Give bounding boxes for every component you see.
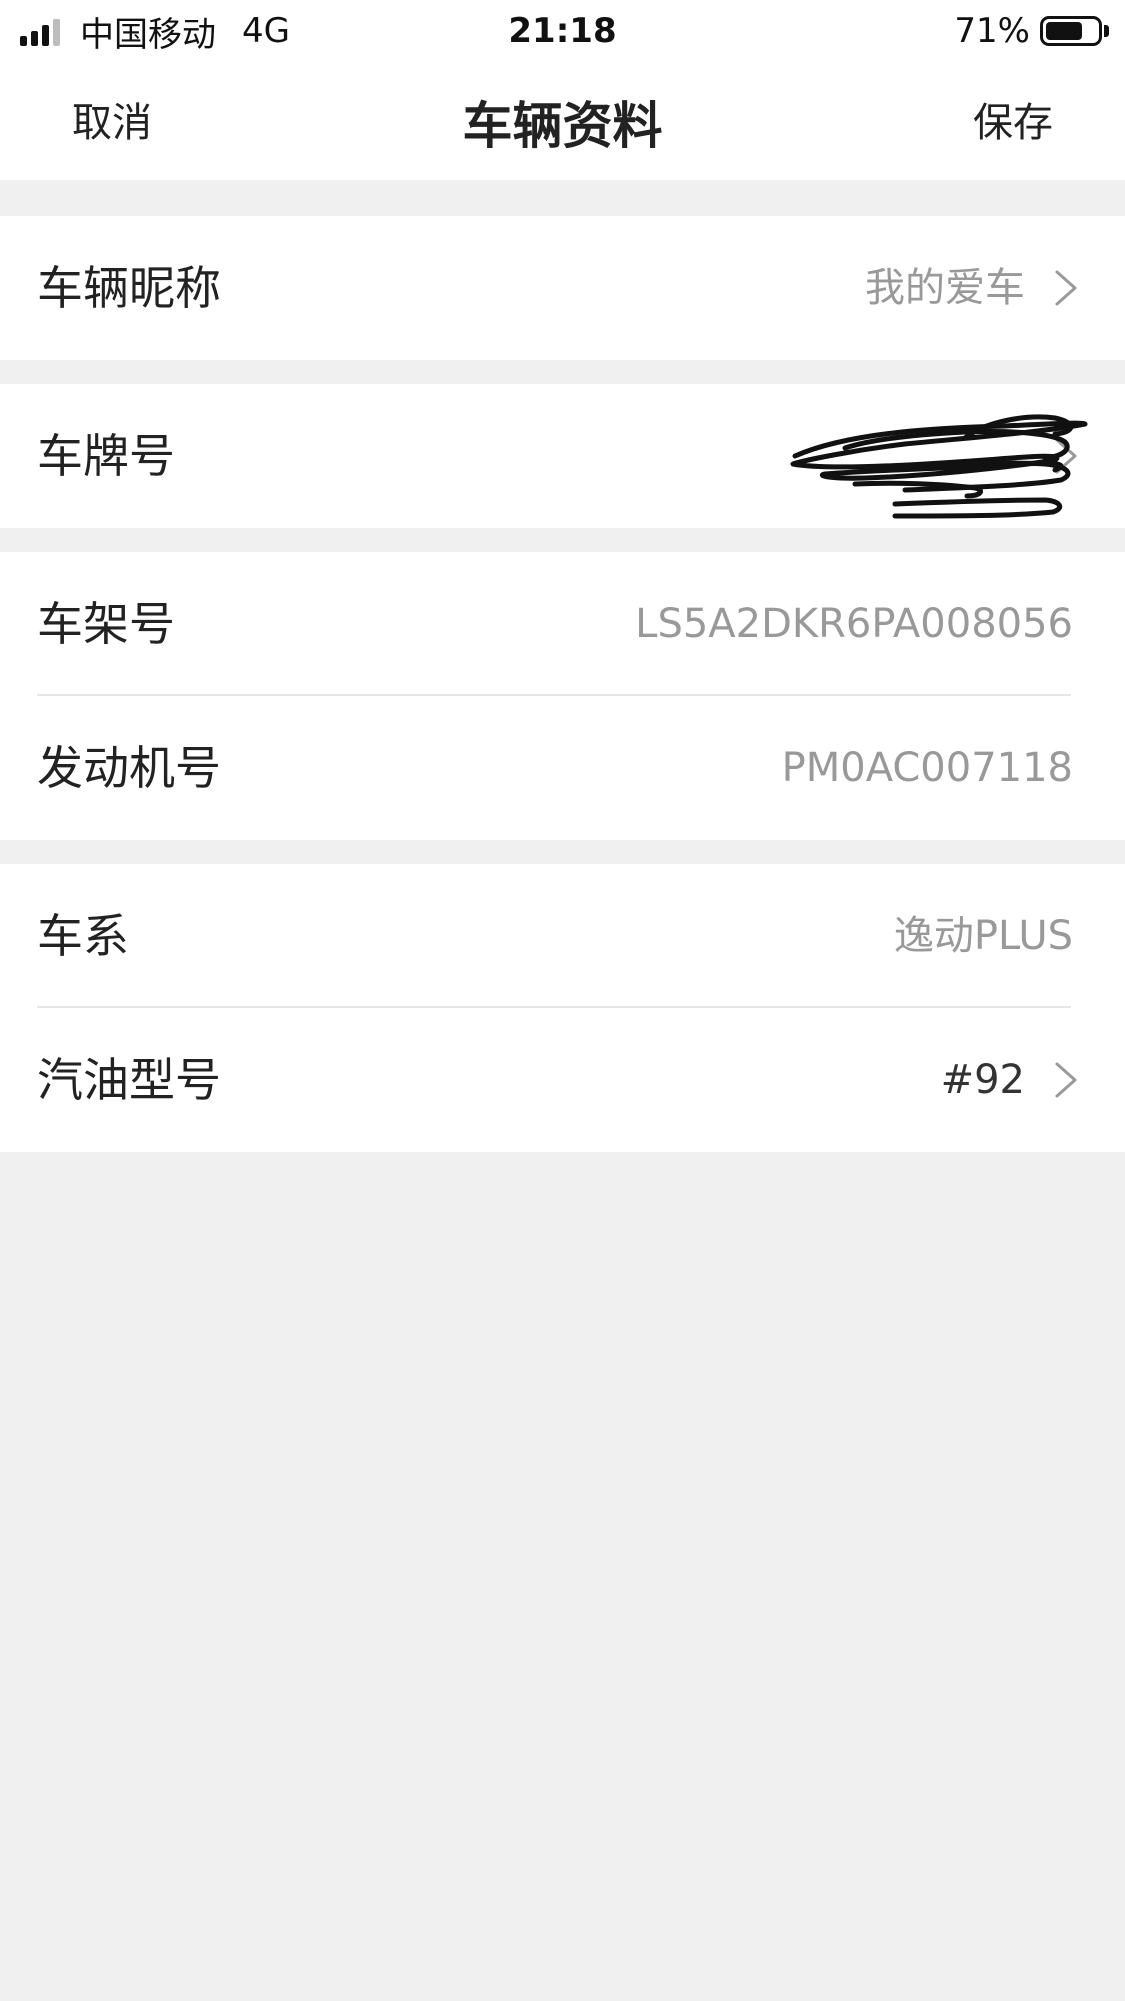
- status-right: 71%: [954, 8, 1109, 54]
- group-nickname: 车辆昵称 我的爱车: [0, 216, 1125, 360]
- nav-bar: 取消 车辆资料 保存: [0, 62, 1125, 180]
- page-title: 车辆资料: [462, 97, 663, 155]
- fuel-label: 汽油型号: [37, 1053, 221, 1107]
- save-button[interactable]: 保存: [973, 90, 1053, 148]
- row-nickname[interactable]: 车辆昵称 我的爱车: [0, 216, 1125, 360]
- chevron-right-icon: [1055, 1062, 1077, 1098]
- vin-label: 车架号: [37, 597, 175, 651]
- fuel-value: #92: [940, 1057, 1025, 1103]
- row-series: 车系 逸动PLUS: [0, 864, 1125, 1008]
- plate-label: 车牌号: [37, 429, 175, 483]
- battery-fill: [1046, 22, 1082, 40]
- engine-label: 发动机号: [37, 741, 221, 795]
- series-value: 逸动PLUS: [893, 913, 1073, 959]
- redaction-scribble: [790, 414, 1088, 519]
- battery-icon: [1040, 16, 1102, 46]
- chevron-right-icon: [1055, 270, 1077, 306]
- group-series-fuel: 车系 逸动PLUS 汽油型号 #92: [0, 864, 1125, 1152]
- status-bar: 中国移动 4G 21:18 71%: [0, 0, 1125, 62]
- series-label: 车系: [37, 909, 129, 963]
- battery-tip: [1104, 25, 1109, 37]
- row-vin: 车架号 LS5A2DKR6PA008056: [0, 552, 1125, 696]
- vin-value: LS5A2DKR6PA008056: [635, 601, 1073, 647]
- group-vin-engine: 车架号 LS5A2DKR6PA008056 发动机号 PM0AC007118: [0, 552, 1125, 840]
- row-fuel[interactable]: 汽油型号 #92: [0, 1008, 1125, 1152]
- row-engine: 发动机号 PM0AC007118: [0, 696, 1125, 840]
- nickname-label: 车辆昵称: [37, 261, 221, 315]
- battery-percent: 71%: [954, 11, 1030, 51]
- nickname-value: 我的爱车: [865, 265, 1025, 311]
- engine-value: PM0AC007118: [781, 745, 1073, 791]
